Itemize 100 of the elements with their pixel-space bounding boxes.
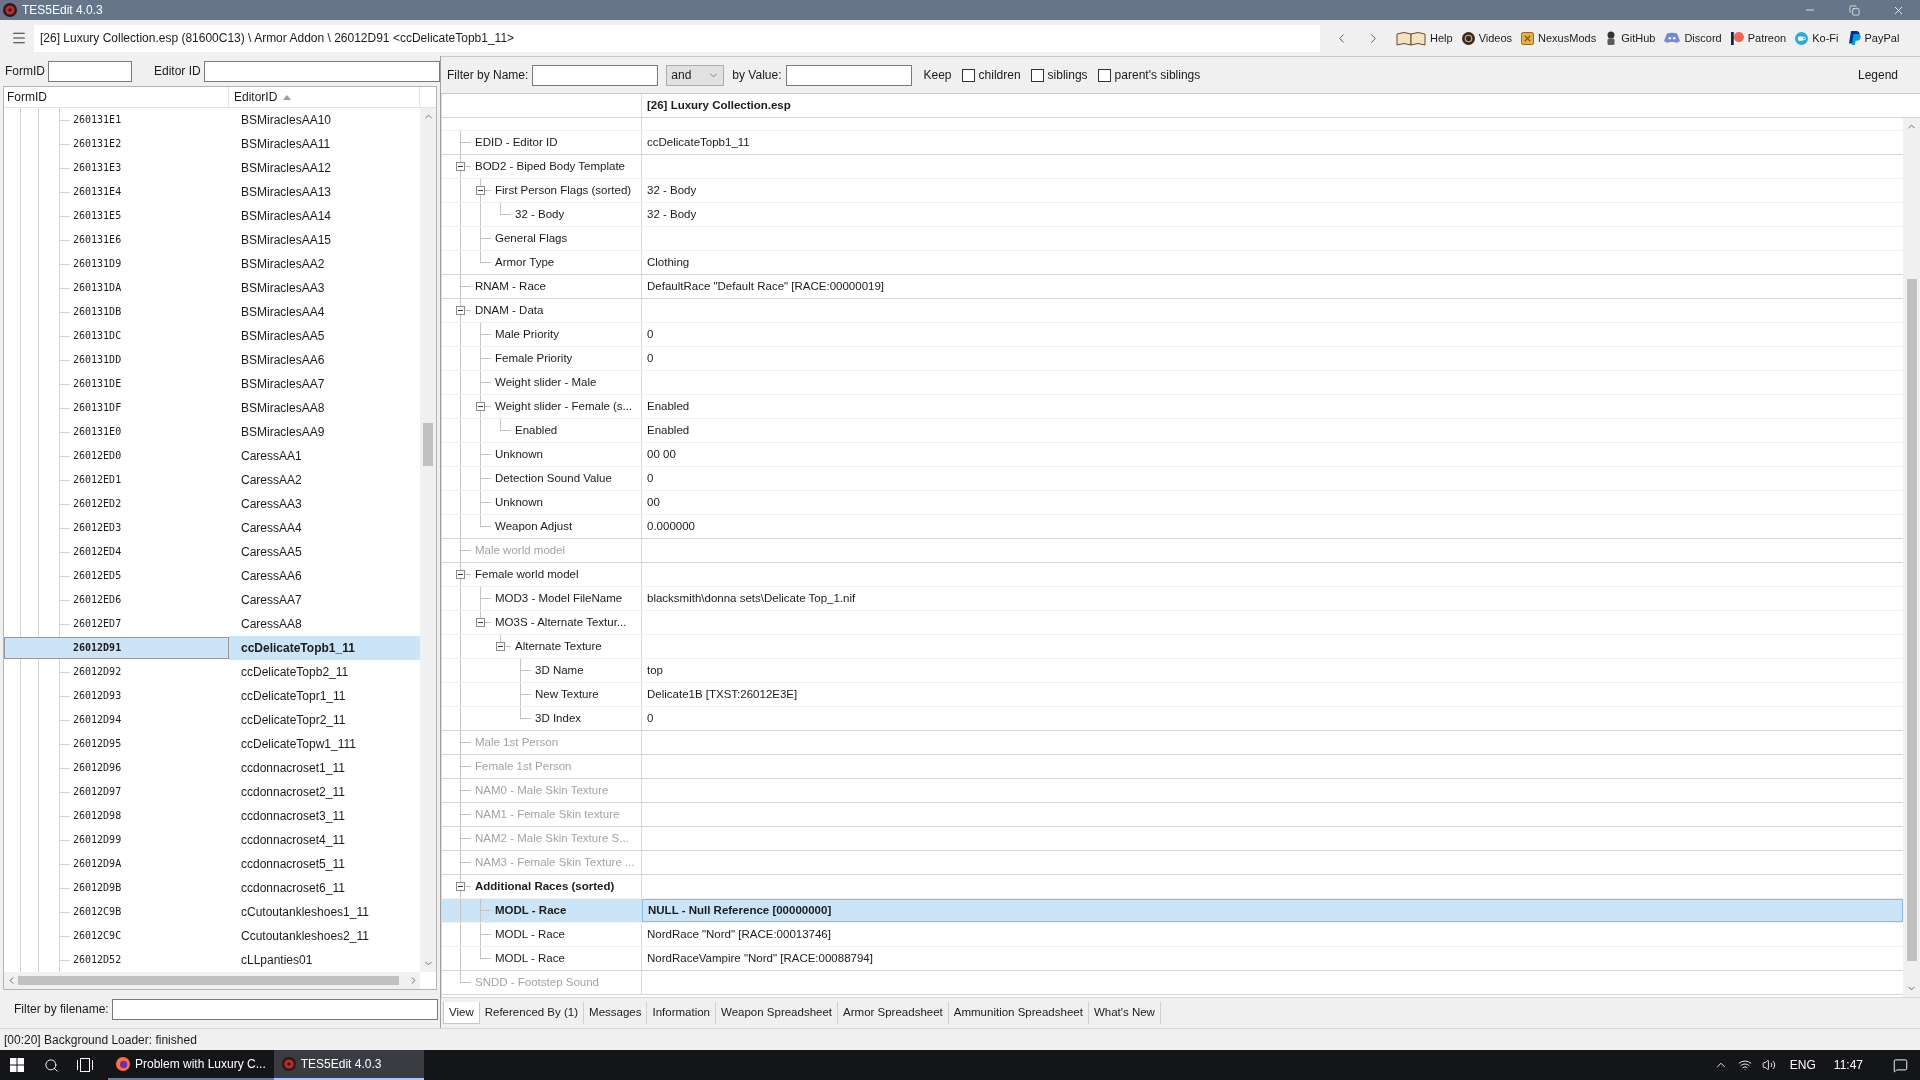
- record-row[interactable]: 26012ED6 CaressAA7: [4, 588, 420, 612]
- collapse-icon[interactable]: [476, 402, 485, 411]
- collapse-icon[interactable]: [456, 570, 465, 579]
- scrollbar-thumb[interactable]: [1906, 279, 1917, 961]
- checkbox[interactable]: [1097, 68, 1111, 82]
- checkbox[interactable]: [961, 68, 975, 82]
- record-row[interactable]: 26012ED1 CaressAA2: [4, 468, 420, 492]
- editor-id-field[interactable]: [203, 60, 440, 82]
- horizontal-scrollbar[interactable]: [4, 972, 420, 989]
- tree-row[interactable]: MO3S - Alternate Textur...: [442, 611, 1903, 635]
- record-row[interactable]: 260131E2 BSMiraclesAA11: [4, 132, 420, 156]
- checkbox-label[interactable]: children: [978, 66, 1021, 84]
- tree-row[interactable]: Unknown 00: [442, 491, 1903, 515]
- record-row[interactable]: 260131E6 BSMiraclesAA15: [4, 228, 420, 252]
- record-row[interactable]: 26012D97 ccdonnacroset2_11: [4, 780, 420, 804]
- tree-row[interactable]: 32 - Body 32 - Body: [442, 203, 1903, 227]
- record-row[interactable]: 260131DC BSMiraclesAA5: [4, 324, 420, 348]
- tree-row[interactable]: Alternate Texture: [442, 635, 1903, 659]
- path-field[interactable]: [26] Luxury Collection.esp (81600C13) \ Armor Addon \ 26012D91 <ccDelicateTopb1_11>: [34, 24, 1320, 52]
- tab[interactable]: Ammunition Spreadsheet: [948, 1002, 1089, 1024]
- scrollbar-thumb[interactable]: [18, 976, 399, 985]
- speaker-icon[interactable]: [1761, 1058, 1776, 1072]
- toolbar-link[interactable]: Discord: [1664, 29, 1722, 47]
- record-row[interactable]: 26012ED2 CaressAA3: [4, 492, 420, 516]
- record-row[interactable]: 26012D91 ccDelicateTopb1_11: [4, 636, 420, 660]
- checkbox[interactable]: [1030, 68, 1044, 82]
- toolbar-link[interactable]: Help: [1396, 29, 1453, 47]
- tree-row[interactable]: MOD3 - Model FileName blacksmith\donna sets\Delicate Top_1.nif: [442, 587, 1903, 611]
- record-row[interactable]: 26012D96 ccdonnacroset1_11: [4, 756, 420, 780]
- tree-row[interactable]: MODL - Race NULL - Null Reference [00000000]: [442, 899, 1903, 923]
- record-row[interactable]: 260131DD BSMiraclesAA6: [4, 348, 420, 372]
- tree-row[interactable]: Male Priority 0: [442, 323, 1903, 347]
- toolbar-link[interactable]: NexusMods: [1521, 29, 1597, 47]
- collapse-icon[interactable]: [476, 618, 485, 627]
- checkbox-label[interactable]: parent's siblings: [1114, 66, 1201, 84]
- tree-row[interactable]: Female Priority 0: [442, 347, 1903, 371]
- legend-button[interactable]: Legend: [1857, 66, 1898, 84]
- column-header[interactable]: EditorID: [229, 87, 420, 107]
- formid-field[interactable]: [48, 60, 132, 82]
- tree-row[interactable]: Unknown 00 00: [442, 443, 1903, 467]
- scrollbar-thumb[interactable]: [423, 423, 433, 466]
- tree-row[interactable]: Weapon Adjust 0.000000: [442, 515, 1903, 539]
- tree-row[interactable]: 3D Name top: [442, 659, 1903, 683]
- tree-row[interactable]: MODL - Race NordRaceVampire "Nord" [RACE:00088794]: [442, 947, 1903, 971]
- record-row[interactable]: 26012D9A ccdonnacroset5_11: [4, 852, 420, 876]
- collapse-icon[interactable]: [496, 642, 505, 651]
- collapse-icon[interactable]: [456, 882, 465, 891]
- tree-row[interactable]: Additional Races (sorted): [442, 875, 1903, 899]
- value-filter-field[interactable]: [785, 64, 912, 86]
- record-row[interactable]: 260131DF BSMiraclesAA8: [4, 396, 420, 420]
- clock[interactable]: 11:47: [1833, 1056, 1863, 1074]
- tree-row[interactable]: General Flags: [442, 227, 1903, 251]
- toolbar-link[interactable]: Patreon: [1730, 29, 1787, 47]
- tab[interactable]: Referenced By (1): [479, 1002, 585, 1024]
- tree-row[interactable]: New Texture Delicate1B [TXST:26012E3E]: [442, 683, 1903, 707]
- name-filter-field[interactable]: [532, 64, 659, 86]
- record-row[interactable]: 260131E0 BSMiraclesAA9: [4, 420, 420, 444]
- tab[interactable]: What's New: [1088, 1002, 1161, 1024]
- record-row[interactable]: 26012C9C Ccutoutankleshoes2_11: [4, 924, 420, 948]
- column-header[interactable]: FormID: [4, 87, 229, 107]
- record-row[interactable]: 26012C9B cCutoutankleshoes1_11: [4, 900, 420, 924]
- toolbar-link[interactable]: Videos: [1461, 29, 1513, 47]
- tab[interactable]: Armor Spreadsheet: [838, 1002, 949, 1024]
- collapse-icon[interactable]: [456, 306, 465, 315]
- record-row[interactable]: 260131E1 BSMiraclesAA10: [4, 108, 420, 132]
- language-indicator[interactable]: ENG: [1789, 1056, 1816, 1074]
- message-icon[interactable]: [1893, 1057, 1908, 1073]
- record-row[interactable]: 26012D52 cLLpanties01: [4, 948, 420, 972]
- record-row[interactable]: 260131D9 BSMiraclesAA2: [4, 252, 420, 276]
- record-row[interactable]: 260131DB BSMiraclesAA4: [4, 300, 420, 324]
- tree-row[interactable]: Weight slider - Female (s... Enabled: [442, 395, 1903, 419]
- collapse-icon[interactable]: [476, 186, 485, 195]
- record-row[interactable]: 260131E5 BSMiraclesAA14: [4, 204, 420, 228]
- tree-row[interactable]: Female world model: [442, 563, 1903, 587]
- record-row[interactable]: 26012ED4 CaressAA5: [4, 540, 420, 564]
- tree-row[interactable]: Enabled Enabled: [442, 419, 1903, 443]
- filename-filter-field[interactable]: [111, 998, 438, 1020]
- tab[interactable]: View: [443, 1002, 480, 1024]
- wifi-icon[interactable]: [1737, 1058, 1752, 1072]
- operator-select[interactable]: and: [666, 64, 725, 86]
- taskbar-app[interactable]: TES5Edit 4.0.3: [273, 1050, 424, 1080]
- record-row[interactable]: 26012D98 ccdonnacroset3_11: [4, 804, 420, 828]
- record-row[interactable]: 260131DA BSMiraclesAA3: [4, 276, 420, 300]
- tab[interactable]: Weapon Spreadsheet: [716, 1002, 839, 1024]
- tree-row[interactable]: MODL - Race NordRace "Nord" [RACE:00013746]: [442, 923, 1903, 947]
- record-row[interactable]: 26012D94 ccDelicateTopr2_11: [4, 708, 420, 732]
- tree-row[interactable]: EDID - Editor ID ccDelicateTopb1_11: [442, 131, 1903, 155]
- toolbar-link[interactable]: GitHub: [1605, 29, 1656, 47]
- record-row[interactable]: 260131DE BSMiraclesAA7: [4, 372, 420, 396]
- record-row[interactable]: 260131E4 BSMiraclesAA13: [4, 180, 420, 204]
- tree-row[interactable]: Weight slider - Male: [442, 371, 1903, 395]
- vertical-scrollbar[interactable]: [1903, 118, 1920, 997]
- tab[interactable]: Messages: [584, 1002, 648, 1024]
- tree-row[interactable]: 3D Index 0: [442, 707, 1903, 731]
- record-row[interactable]: 26012ED7 CaressAA8: [4, 612, 420, 636]
- record-row[interactable]: 26012D99 ccdonnacroset4_11: [4, 828, 420, 852]
- toolbar-link[interactable]: Ko-Fi: [1795, 29, 1839, 47]
- toolbar-link[interactable]: PayPal: [1847, 29, 1900, 47]
- collapse-icon[interactable]: [456, 162, 465, 171]
- record-row[interactable]: 26012ED0 CaressAA1: [4, 444, 420, 468]
